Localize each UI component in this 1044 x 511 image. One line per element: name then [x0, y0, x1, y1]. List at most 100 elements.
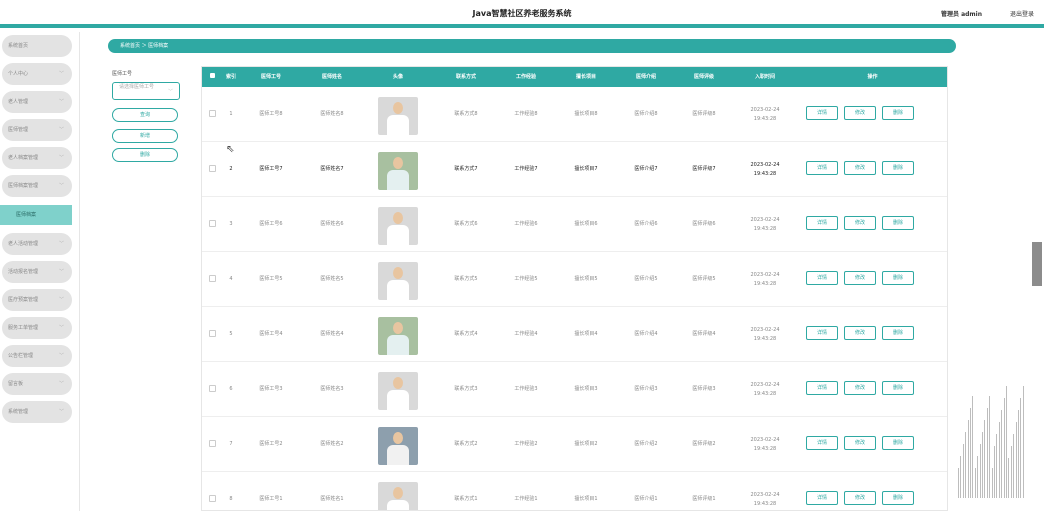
row-checkbox[interactable]: [202, 362, 222, 417]
edit-button[interactable]: 修改: [844, 491, 876, 505]
sidebar-item-label: 医疗预案管理: [8, 297, 39, 303]
edit-button[interactable]: 修改: [844, 326, 876, 340]
cell-skill: 擅长项目8: [574, 111, 598, 117]
sidebar-subitem-active[interactable]: 医师档案: [0, 205, 72, 225]
cell-name: 医师姓名8: [320, 111, 344, 117]
edit-button[interactable]: 修改: [844, 381, 876, 395]
cell-intro: 医师介绍1: [634, 496, 658, 502]
select-all-checkbox[interactable]: [202, 67, 222, 87]
sidebar-item[interactable]: 医师管理 ﹀: [2, 119, 72, 141]
detail-button[interactable]: 详情: [806, 271, 838, 285]
chevron-down-icon: ﹀: [58, 127, 64, 133]
decorative-bar: [1013, 434, 1015, 498]
delete-row-button[interactable]: 删除: [882, 216, 914, 230]
cell-skill: 擅长项目1: [574, 496, 598, 502]
add-button[interactable]: 新增: [112, 129, 178, 143]
doctor-avatar: [378, 427, 418, 465]
detail-button[interactable]: 详情: [806, 161, 838, 175]
row-checkbox[interactable]: [202, 472, 222, 510]
table-row: 1 医师工号8 医师姓名8 联系方式8 工作经验8 擅长项目8 医师介绍8 医师评级8 2023…: [202, 87, 947, 142]
sidebar-item[interactable]: 系统管理 ﹀: [2, 401, 72, 423]
row-checkbox[interactable]: [202, 417, 222, 472]
delete-row-button[interactable]: 删除: [882, 326, 914, 340]
column-header: 医师工号: [260, 74, 281, 80]
detail-button[interactable]: 详情: [806, 381, 838, 395]
cell-name: 医师姓名1: [320, 496, 344, 502]
decorative-bars: [958, 378, 1028, 498]
decorative-bar: [994, 446, 995, 498]
delete-row-button[interactable]: 删除: [882, 271, 914, 285]
delete-row-button[interactable]: 删除: [882, 106, 914, 120]
decorative-bar: [974, 468, 976, 498]
detail-button[interactable]: 详情: [806, 491, 838, 505]
cell-contact: 联系方式3: [454, 386, 478, 392]
avatar-body: [387, 280, 409, 300]
delete-row-button[interactable]: 删除: [882, 381, 914, 395]
cell-no: 医师工号1: [259, 496, 283, 502]
sidebar-item[interactable]: 老人档案管理 ﹀: [2, 147, 72, 169]
decorative-bar: [979, 444, 981, 498]
edit-button[interactable]: 修改: [844, 436, 876, 450]
cell-date: 2023-02-24 19:43:28: [750, 106, 780, 122]
query-button[interactable]: 查询: [112, 108, 178, 122]
column-header: 医师评级: [693, 74, 714, 80]
delete-button[interactable]: 删除: [112, 148, 178, 162]
sidebar-item[interactable]: 个人中心 ﹀: [2, 63, 72, 85]
cell-exp: 工作经验8: [514, 111, 538, 117]
cell-rate: 医师评级2: [692, 441, 716, 447]
doctor-avatar: [378, 207, 418, 245]
chevron-down-icon: ﹀: [58, 353, 64, 359]
mouse-cursor-icon: ⇖: [226, 144, 235, 155]
edit-button[interactable]: 修改: [844, 216, 876, 230]
sidebar-item[interactable]: 留言板 ﹀: [2, 373, 72, 395]
cell-date: 2023-02-24 19:43:28: [750, 491, 780, 507]
detail-button[interactable]: 详情: [806, 106, 838, 120]
cell-exp: 工作经验5: [514, 276, 538, 282]
row-checkbox[interactable]: [202, 252, 222, 307]
sidebar-item[interactable]: 医疗预案管理 ﹀: [2, 289, 72, 311]
decorative-bar: [998, 422, 1000, 498]
edit-button[interactable]: 修改: [844, 106, 876, 120]
cell-contact: 联系方式5: [454, 276, 478, 282]
detail-button[interactable]: 详情: [806, 326, 838, 340]
cell-contact: 联系方式7: [454, 166, 478, 172]
row-checkbox[interactable]: [202, 87, 222, 142]
detail-button[interactable]: 详情: [806, 216, 838, 230]
doctor-no-select[interactable]: 请选择医师工号 ﹀: [112, 82, 180, 100]
scrollbar-thumb[interactable]: [1032, 242, 1042, 286]
row-checkbox[interactable]: [202, 197, 222, 252]
logout-link[interactable]: 退出登录: [1010, 9, 1034, 18]
row-checkbox[interactable]: [202, 142, 222, 197]
delete-row-button[interactable]: 删除: [882, 161, 914, 175]
chevron-down-icon: ﹀: [58, 155, 64, 161]
sidebar-item[interactable]: 公告栏管理 ﹀: [2, 345, 72, 367]
sidebar-item-label: 医师档案管理: [8, 183, 39, 189]
sidebar-item[interactable]: 服务工单管理 ﹀: [2, 317, 72, 339]
row-checkbox[interactable]: [202, 307, 222, 362]
table-row: 2 医师工号7 医师姓名7 联系方式7 工作经验7 擅长项目7 医师介绍7 医师评级7 2023…: [202, 142, 947, 197]
doctor-avatar: [378, 152, 418, 190]
sidebar-item[interactable]: 系统首页: [2, 35, 72, 57]
decorative-bar: [958, 468, 959, 498]
avatar-head: [393, 212, 403, 224]
chevron-down-icon: ﹀: [58, 297, 64, 303]
edit-button[interactable]: 修改: [844, 271, 876, 285]
decorative-bar: [970, 408, 971, 498]
delete-row-button[interactable]: 删除: [882, 491, 914, 505]
sidebar-item[interactable]: 老人活动管理 ﹀: [2, 233, 72, 255]
sidebar-item[interactable]: 老人管理 ﹀: [2, 91, 72, 113]
avatar-body: [387, 225, 409, 245]
current-user: 管理员 admin: [940, 11, 982, 18]
sidebar-item[interactable]: 医师档案管理 ﹀: [2, 175, 72, 197]
cell-name: 医师姓名5: [320, 276, 344, 282]
cell-no: 医师工号5: [259, 276, 283, 282]
sidebar-item[interactable]: 活动报名管理 ﹀: [2, 261, 72, 283]
edit-button[interactable]: 修改: [844, 161, 876, 175]
doctor-avatar: [378, 372, 418, 410]
doctor-avatar: [378, 317, 418, 355]
cell-no: 医师工号8: [259, 111, 283, 117]
delete-row-button[interactable]: 删除: [882, 436, 914, 450]
cell-index: 3: [229, 221, 233, 227]
detail-button[interactable]: 详情: [806, 436, 838, 450]
cell-skill: 擅长项目7: [574, 166, 598, 172]
